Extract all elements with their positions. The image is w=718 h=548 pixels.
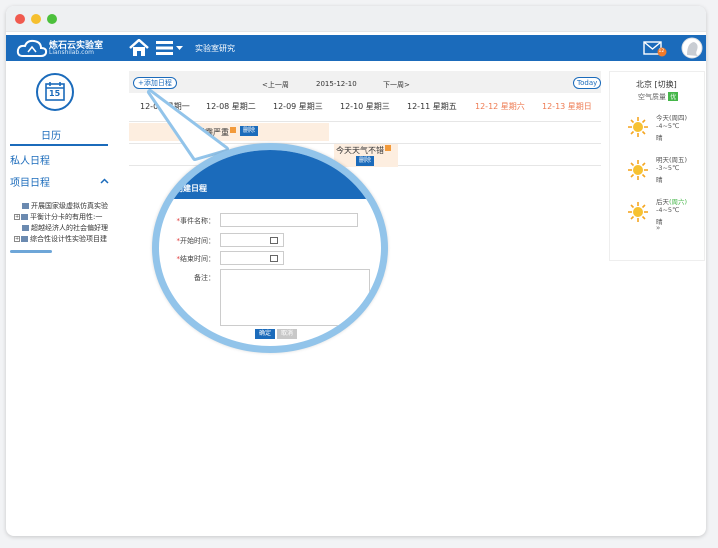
- sunny-icon: [628, 160, 648, 180]
- start-time-input[interactable]: [220, 233, 284, 247]
- weather-city[interactable]: 北京 [切换]: [636, 79, 677, 90]
- forecast-desc: 晴: [656, 176, 663, 184]
- prev-week-link[interactable]: <上一周: [262, 80, 289, 90]
- calendar-picker-icon[interactable]: [270, 255, 278, 262]
- home-icon[interactable]: [129, 38, 149, 57]
- sidebar-item-calendar[interactable]: 日历: [41, 127, 61, 142]
- calendar-toolbar: +添加日程 <上一周 2015-12-10 下一周> Today: [129, 71, 602, 93]
- forecast-desc: 晴: [656, 134, 663, 142]
- close-window-dot[interactable]: [15, 14, 25, 24]
- project-tree-item-label: 开展国家级虚拟仿真实验: [31, 202, 108, 210]
- air-quality-badge: 优: [668, 92, 679, 101]
- expand-plus-icon[interactable]: +: [14, 236, 20, 242]
- calendar-icon[interactable]: 15: [36, 73, 74, 111]
- day-header: 12-09 星期三: [273, 102, 323, 111]
- sidebar-divider: [10, 144, 108, 146]
- sunny-icon: [628, 202, 648, 222]
- project-tree-item-label: 综合性设计性实验项目建: [30, 235, 107, 243]
- weather-panel: 北京 [切换] 空气质量 优 今天(周四) -4~5℃ 晴 明天(周五) -3~…: [609, 71, 705, 261]
- folder-icon: [22, 225, 29, 231]
- forecast-day: 后天(周六): [656, 198, 688, 206]
- project-tree-item-label: 超越经济人的社会偏好理: [31, 224, 108, 232]
- cloud-logo-icon[interactable]: [16, 37, 48, 61]
- forecast-day: 今天(周四): [656, 114, 688, 122]
- menu-icon[interactable]: [156, 41, 186, 55]
- project-tree-item[interactable]: + 平衡计分卡的有用性:一: [14, 212, 110, 222]
- sidebar-item-private-schedule[interactable]: 私人日程: [10, 152, 50, 167]
- project-tree-item[interactable]: + 综合性设计性实验项目建: [14, 234, 110, 244]
- forecast-temp: -4~5℃: [656, 122, 680, 130]
- day-header: 12-07 星期一: [140, 102, 190, 111]
- project-tree-item[interactable]: 超越经济人的社会偏好理: [14, 223, 110, 233]
- minimize-window-dot[interactable]: [31, 14, 41, 24]
- event-name-label: *事件名称：: [176, 217, 216, 225]
- day-header: 12-12 星期六: [475, 102, 525, 111]
- forecast-temp: -4~5℃: [656, 206, 680, 214]
- day-header: 12-13 星期日: [542, 102, 592, 111]
- event-name-input[interactable]: [220, 213, 358, 227]
- calendar-day-number: 15: [49, 89, 61, 98]
- forecast-temp: -3~5℃: [656, 164, 680, 172]
- dialog-title: 创建日程: [175, 184, 207, 193]
- event-title: 雾霾严重: [197, 127, 236, 138]
- today-button[interactable]: Today: [573, 77, 602, 89]
- brand-domain: Lianshilab.com: [49, 49, 94, 56]
- sidebar: 15 日历 私人日程 项目日程 开展国家级虚拟仿真实验 + 平衡计分卡的有用性:一…: [6, 61, 118, 261]
- flag-icon: [230, 127, 236, 133]
- more-forecast-chevron[interactable]: »: [656, 224, 660, 232]
- dialog-titlebar: 创建日程: [159, 150, 381, 199]
- cancel-button[interactable]: 取消: [277, 329, 298, 339]
- folder-icon: [22, 203, 29, 209]
- air-quality: 空气质量 优: [638, 92, 679, 101]
- remarks-textarea[interactable]: [220, 269, 370, 326]
- forecast-day: 明天(周五): [656, 156, 688, 164]
- sidebar-scrollbar[interactable]: [10, 250, 52, 253]
- create-schedule-dialog: 创建日程 *事件名称： *开始时间： *结束时间： 备注： 确定 取消: [152, 143, 388, 353]
- day-header: 12-11 星期五: [407, 102, 457, 111]
- calendar-row-divider: [129, 121, 601, 122]
- avatar-icon[interactable]: [681, 37, 703, 59]
- calendar-picker-icon[interactable]: [270, 237, 278, 244]
- delete-event-button[interactable]: 删除: [240, 126, 259, 136]
- lab-research-link[interactable]: 实验室研究: [195, 43, 235, 54]
- remarks-label: 备注：: [194, 274, 215, 282]
- end-time-label: *结束时间：: [176, 255, 216, 263]
- chevron-up-icon[interactable]: [100, 177, 109, 186]
- maximize-window-dot[interactable]: [47, 14, 57, 24]
- folder-icon: [21, 236, 28, 242]
- end-time-input[interactable]: [220, 251, 284, 265]
- project-tree-item[interactable]: 开展国家级虚拟仿真实验: [14, 201, 110, 211]
- folder-icon: [21, 214, 28, 220]
- add-schedule-button[interactable]: +添加日程: [133, 77, 177, 89]
- day-header: 12-10 星期三: [340, 102, 390, 111]
- expand-plus-icon[interactable]: +: [14, 214, 20, 220]
- mail-icon[interactable]: 12: [643, 41, 667, 57]
- calendar-event[interactable]: 雾霾严重 删除: [129, 123, 329, 141]
- confirm-button[interactable]: 确定: [255, 329, 276, 339]
- sunny-icon: [628, 117, 648, 137]
- next-week-link[interactable]: 下一周>: [383, 80, 410, 90]
- current-date: 2015-12-10: [316, 80, 357, 88]
- sidebar-item-project-schedule[interactable]: 项目日程: [10, 174, 50, 189]
- mail-count-badge: 12: [658, 49, 665, 54]
- day-header: 12-08 星期二: [206, 102, 256, 111]
- project-tree-item-label: 平衡计分卡的有用性:一: [30, 213, 103, 221]
- top-navbar: 炼石云实验室 Lianshilab.com 实验室研究 12: [6, 35, 706, 61]
- flag-icon: [385, 145, 391, 151]
- start-time-label: *开始时间：: [176, 237, 216, 245]
- window-titlebar: [6, 6, 706, 32]
